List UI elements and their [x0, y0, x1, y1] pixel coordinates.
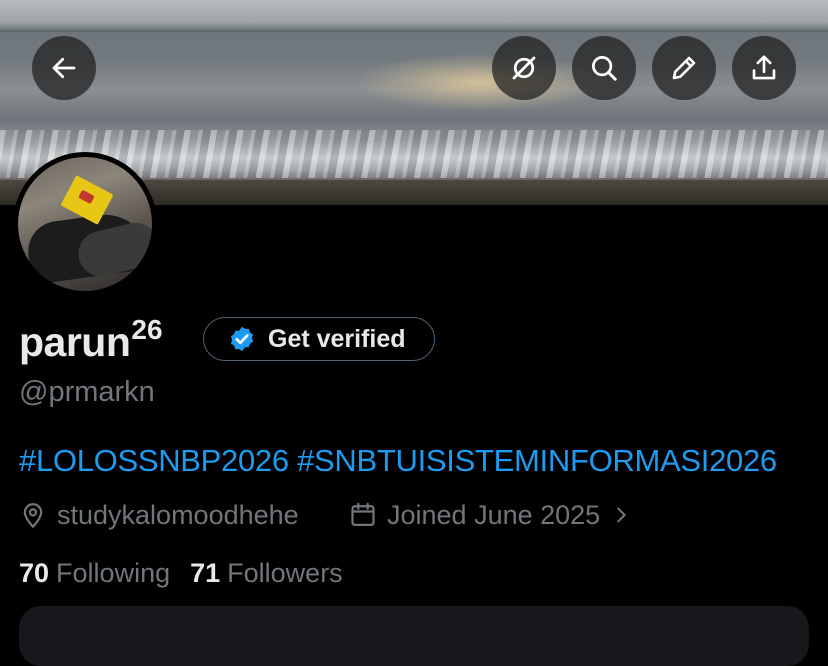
back-button[interactable] [32, 36, 96, 100]
content-card[interactable] [19, 606, 809, 666]
joined-text: Joined June 2025 [387, 499, 601, 530]
followers-label: Followers [227, 558, 343, 588]
chevron-right-icon [617, 507, 626, 523]
search-button[interactable] [572, 36, 636, 100]
location-text: studykalomoodhehe [57, 499, 299, 530]
arrow-left-icon [52, 57, 76, 79]
share-button[interactable] [732, 36, 796, 100]
calendar-icon [351, 502, 375, 527]
display-name-text: parun [19, 319, 131, 365]
following-label: Following [56, 558, 171, 588]
grok-icon [512, 56, 536, 80]
edit-icon [672, 56, 696, 80]
get-verified-button[interactable]: Get verified [203, 317, 435, 361]
edit-button[interactable] [652, 36, 716, 100]
following-stat[interactable]: 70 Following [19, 558, 170, 589]
user-handle: @prmarkn [19, 376, 155, 408]
display-name-superscript: 26 [131, 314, 163, 345]
follow-stats: 70 Following 71 Followers [19, 558, 343, 589]
location: studykalomoodhehe [19, 498, 299, 532]
share-icon [752, 55, 776, 80]
display-name: parun 26 [19, 314, 163, 366]
search-icon [592, 56, 617, 81]
banner-horizon [0, 30, 828, 32]
get-verified-label: Get verified [268, 324, 406, 353]
following-count: 70 [19, 558, 50, 588]
bio-hashtags[interactable]: #LOLOSSNBP2026 #SNBTUISISTEMINFORMASI202… [19, 443, 777, 479]
followers-stat[interactable]: 71 Followers [190, 558, 343, 589]
location-pin-icon [23, 503, 43, 529]
verified-badge-icon [230, 326, 254, 352]
avatar-photo [18, 157, 152, 291]
grok-button[interactable] [492, 36, 556, 100]
followers-count: 71 [190, 558, 221, 588]
joined-date[interactable]: Joined June 2025 [349, 498, 632, 532]
profile-avatar[interactable] [13, 152, 157, 296]
banner-sun-glow [360, 55, 600, 110]
